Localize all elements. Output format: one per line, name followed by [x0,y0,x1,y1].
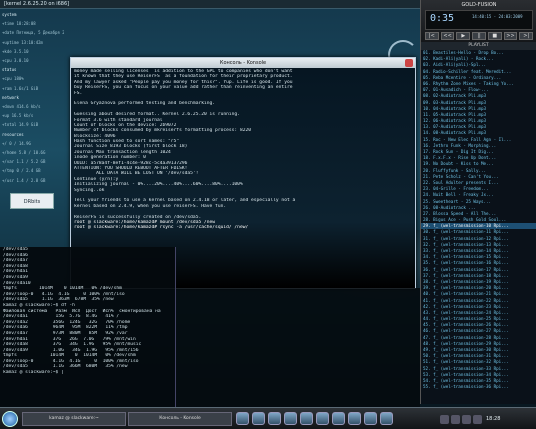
conky-section-heading: system [2,12,17,17]
conky-line: +cpu 3.0.10 [2,58,29,63]
conky-line: +date Пятница, 5 Декабря 2008 [2,30,64,36]
pause-icon[interactable]: || [472,32,486,40]
terminal-icon[interactable] [268,412,281,425]
player-display: 0:35 14:40:15 - 24:03:2009 [425,10,533,30]
playlist-items[interactable]: 01. Beastiles-Hello - Drop Bo... 02. Kadi… [421,50,536,390]
trash-icon[interactable] [380,412,393,425]
settings-icon[interactable] [348,412,361,425]
conky-line: +cpu 180% [2,76,24,82]
quick-launch [236,412,436,426]
playlist-item[interactable]: 55. f_ (wel-transmission-36 Rpi... [421,384,536,390]
player-controls: |< << ▶ || ■ >> >| [425,32,534,40]
terminal-line: kamaz @ slackware:~$ | [3,370,64,376]
clipboard-icon[interactable] [473,414,482,424]
taskbar-task-button[interactable]: kamaz @ slackware:~ [22,412,126,426]
terminal-df-output[interactable]: /dev/sda5/dev/sda6/dev/sda7/dev/sda8/dev… [0,247,176,407]
title-bar-text: [kernel 2.6.25.20 on i686] [4,1,70,7]
conky-line: +/usr 1.4 / 2.8 GB [2,177,46,183]
start-menu-button[interactable] [2,411,18,427]
conky-line: +time 18:28:08 [2,21,36,27]
player-title: GOLD-FUSION [461,2,497,8]
system-tray: 18:28 [440,411,532,427]
drbits-badge[interactable]: DRbits [10,193,54,209]
taskbar-tasks: kamaz @ slackware:~ Консоль - Konsole [22,412,232,426]
playlist-panel[interactable]: PLAYLIST 01. Beastiles-Hello - Drop Bo..… [420,42,536,404]
taskbar: kamaz @ slackware:~ Консоль - Konsole 18:… [0,407,536,429]
forward-icon[interactable]: >> [503,32,518,40]
volume-icon[interactable] [451,414,460,424]
conky-section-heading: network [2,94,19,100]
conky-system-monitor: system +time 18:28:08 +date Пятница, 5 Дек… [2,12,64,192]
home-folder-icon[interactable] [236,412,249,425]
music-icon[interactable] [300,412,313,425]
player-time: 0:35 [430,13,455,24]
taskbar-task-button[interactable]: Консоль - Konsole [128,412,232,426]
conky-line: +uptime 13:10:42m [2,39,43,45]
konsole-title: Консоль - Konsole [219,60,267,66]
mail-icon[interactable] [284,412,297,425]
konsole-titlebar[interactable]: Консоль - Konsole [71,58,415,68]
image-viewer-icon[interactable] [316,412,329,425]
conky-line: +/tmp 0 / 2.4 GB [2,168,41,174]
stop-icon[interactable]: ■ [487,32,502,40]
browser-icon[interactable] [252,412,265,425]
playlist-header: PLAYLIST [421,42,536,50]
text-editor-icon[interactable] [332,412,345,425]
conky-line: +/var 1.1 / 5.2 GB [2,159,46,165]
play-icon[interactable]: ▶ [456,32,471,40]
close-icon[interactable] [405,59,413,67]
next-icon[interactable]: >| [519,32,534,40]
player-info: 14:40:15 - 24:03:2009 [472,14,523,19]
keyboard-layout-icon[interactable] [462,414,471,424]
chat-icon[interactable] [364,412,377,425]
conky-line: +/ 0 / 14.9G [2,140,31,146]
conky-line: +ram 1.6s/1 GiB [2,85,39,91]
audio-player[interactable]: GOLD-FUSION 0:35 14:40:15 - 24:03:2009 |… [420,0,536,42]
network-icon[interactable] [440,414,449,424]
conky-line: +/home 5.8 / 10.6G [2,150,46,155]
console-line: root @ slackware:/home/kamazd# rsync -a … [74,225,249,231]
clock[interactable]: 18:28 [486,416,500,422]
conky-section-heading: status [2,67,17,73]
rewind-icon[interactable]: << [440,32,455,40]
terminal-window-background[interactable] [176,288,420,407]
previous-icon[interactable]: |< [425,32,439,40]
conky-line: +kde 3.5.10 [2,48,29,54]
conky-section-heading: resources [2,131,24,137]
conky-line: +up 16.5 kb/s [2,113,34,119]
conky-line: +down 414.6 kb/s [2,104,41,109]
conky-line: +total 14.9 GiB [2,122,39,128]
